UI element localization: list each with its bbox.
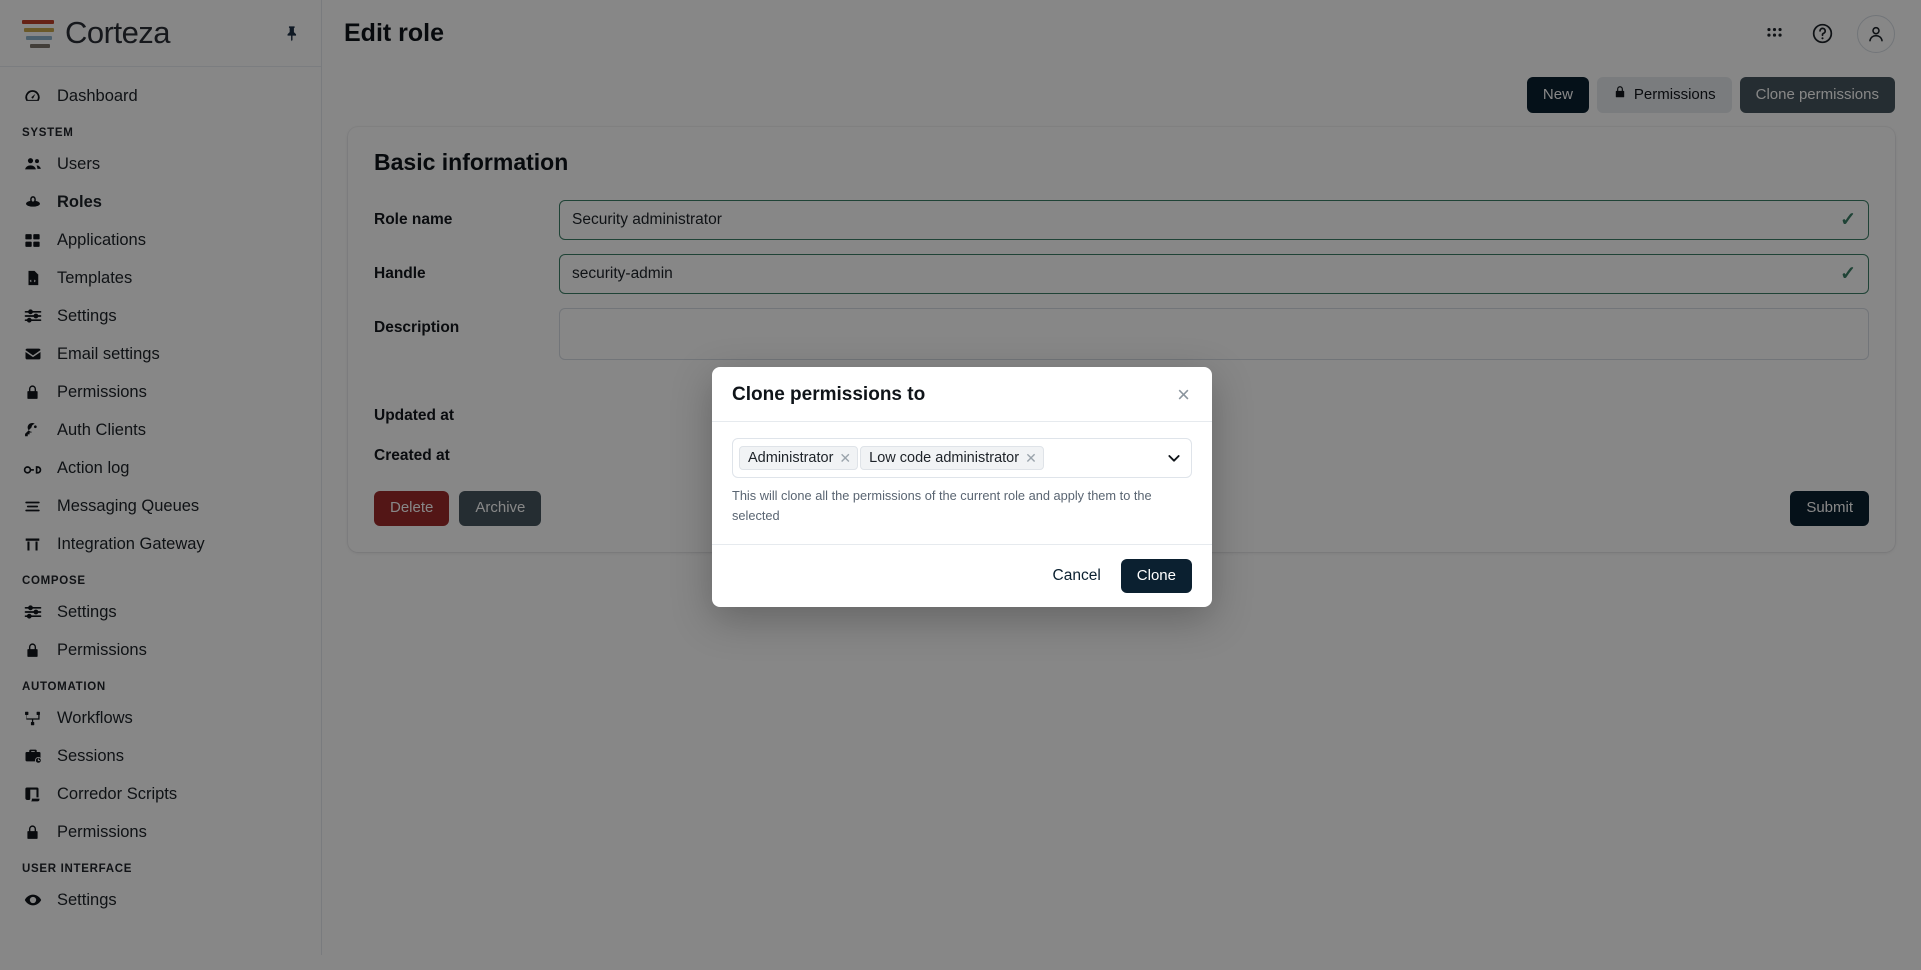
close-icon[interactable]: × <box>1175 384 1192 406</box>
selected-roles-tags: Administrator ✕ Low code administrator ✕ <box>739 446 1163 470</box>
clone-button[interactable]: Clone <box>1120 558 1192 594</box>
cancel-button[interactable]: Cancel <box>1041 559 1113 593</box>
remove-tag-icon[interactable]: ✕ <box>839 451 851 465</box>
role-tag-label: Administrator <box>748 450 834 466</box>
clone-hint-text: This will clone all the permissions of t… <box>732 488 1152 523</box>
role-tag[interactable]: Administrator ✕ <box>739 446 859 470</box>
app-root: Corteza Dashboard SYSTEM Users Roles Applica… <box>0 0 1921 970</box>
modal-body: Administrator ✕ Low code administrator ✕ Th… <box>712 422 1212 545</box>
roles-multiselect[interactable]: Administrator ✕ Low code administrator ✕ <box>732 438 1192 478</box>
role-tag[interactable]: Low code administrator ✕ <box>860 446 1044 470</box>
modal-footer: Cancel Clone <box>712 545 1212 608</box>
modal-header: Clone permissions to × <box>712 367 1212 422</box>
clone-permissions-modal: Clone permissions to × Administrator ✕ Low… <box>712 367 1212 608</box>
chevron-down-icon[interactable] <box>1163 450 1185 466</box>
role-tag-label: Low code administrator <box>869 450 1020 466</box>
remove-tag-icon[interactable]: ✕ <box>1025 451 1037 465</box>
modal-title: Clone permissions to <box>732 384 926 405</box>
